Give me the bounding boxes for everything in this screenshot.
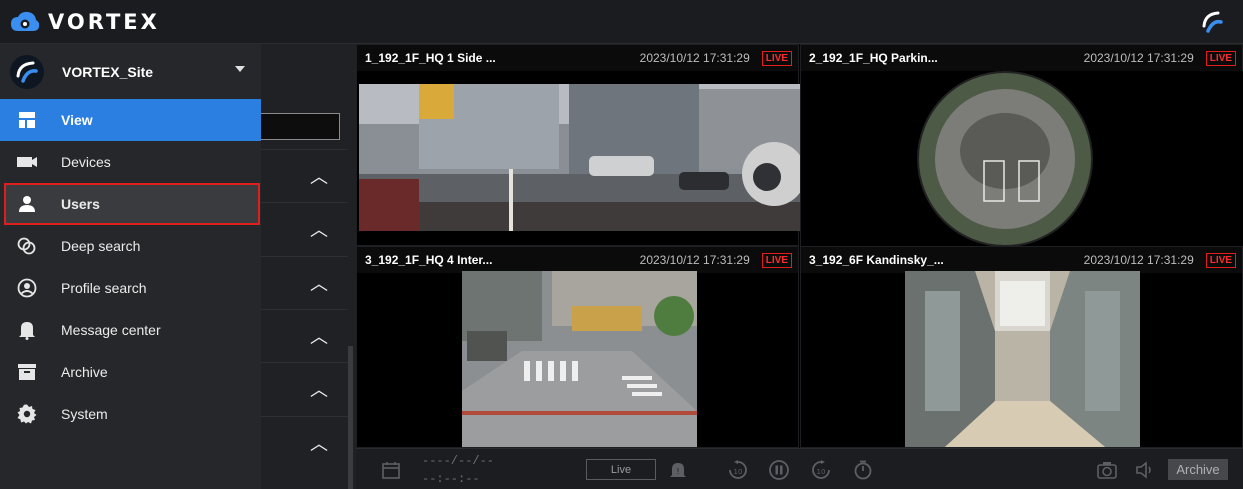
pause-icon[interactable] [768, 459, 790, 481]
collapse-row[interactable]: ︿ [261, 309, 348, 362]
video-cell-3[interactable]: 3_192_1F_HQ 4 Inter... 2023/10/12 17:31:… [356, 246, 799, 448]
collapse-row[interactable]: ︿ [261, 256, 348, 309]
sidebar-item-deep-search[interactable]: Deep search [0, 225, 261, 267]
camera-timestamp: 2023/10/12 17:31:29 [1083, 253, 1194, 267]
live-badge: LIVE [1205, 50, 1236, 66]
rewind-10-icon[interactable]: 10 [727, 459, 749, 481]
video-cell-1[interactable]: 1_192_1F_HQ 1 Side ... 2023/10/12 17:31:… [356, 44, 800, 246]
video-cell-header: 3_192_6F Kandinsky_... 2023/10/12 17:31:… [801, 247, 1242, 273]
live-badge: LIVE [761, 252, 792, 268]
forward-10-icon[interactable]: 10 [810, 459, 832, 481]
sidebar-item-label: Archive [61, 364, 108, 380]
camera-title: 2_192_1F_HQ Parkin... [809, 51, 938, 65]
gear-icon [16, 403, 38, 425]
site-selector[interactable]: VORTEX_Site [0, 44, 261, 99]
camera-title: 3_192_6F Kandinsky_... [809, 253, 944, 267]
camera-timestamp: 2023/10/12 17:31:29 [639, 51, 750, 65]
video-cell-header: 2_192_1F_HQ Parkin... 2023/10/12 17:31:2… [801, 45, 1242, 71]
chevron-up-icon[interactable]: ︿ [310, 270, 328, 296]
svg-text:10: 10 [817, 468, 826, 476]
site-logo-icon [10, 54, 44, 89]
sidebar-item-label: Devices [61, 154, 111, 170]
bell-icon [16, 319, 38, 341]
camera-feed-street-side [359, 84, 800, 231]
chevron-up-icon[interactable]: ︿ [310, 163, 328, 189]
archive-button[interactable]: Archive [1168, 459, 1228, 480]
background-search-field[interactable] [261, 113, 340, 140]
live-badge: LIVE [1205, 252, 1236, 268]
sidebar-item-devices[interactable]: Devices [0, 141, 261, 183]
chevron-up-icon[interactable]: ︿ [310, 376, 328, 402]
snapshot-camera-icon[interactable] [1096, 459, 1118, 481]
camera-feed-intersection [462, 271, 697, 447]
brand-logo: VORTEX [10, 10, 160, 34]
sidebar-menu: VORTEX_Site View Devices Users Deep sear… [0, 44, 261, 489]
sidebar-item-archive[interactable]: Archive [0, 351, 261, 393]
caret-down-icon[interactable] [235, 66, 245, 72]
sidebar-item-label: View [61, 112, 93, 128]
svg-text:!: ! [676, 467, 679, 476]
camera-icon [16, 151, 38, 173]
collapse-row[interactable]: ︿ [261, 362, 348, 415]
brand-name: VORTEX [48, 10, 160, 34]
deep-search-icon [16, 235, 38, 257]
svg-text:10: 10 [734, 468, 743, 476]
collapse-row[interactable]: ︿ [261, 416, 348, 469]
view-grid-icon [16, 109, 38, 131]
cloud-logo-icon [11, 11, 40, 31]
camera-timestamp: 2023/10/12 17:31:29 [1083, 51, 1194, 65]
date-display[interactable]: ----/--/-- [422, 454, 494, 468]
site-swirl-icon[interactable] [1199, 10, 1225, 36]
video-cell-header: 1_192_1F_HQ 1 Side ... 2023/10/12 17:31:… [357, 45, 798, 71]
calendar-icon[interactable] [380, 459, 402, 481]
chevron-up-icon[interactable]: ︿ [310, 430, 328, 456]
video-cell-2[interactable]: 2_192_1F_HQ Parkin... 2023/10/12 17:31:2… [800, 44, 1243, 247]
top-bar: VORTEX [0, 0, 1243, 44]
sidebar-item-label: Users [61, 196, 100, 212]
timer-icon[interactable] [852, 459, 874, 481]
sidebar-item-label: System [61, 406, 108, 422]
video-cell-4[interactable]: 3_192_6F Kandinsky_... 2023/10/12 17:31:… [800, 246, 1243, 448]
time-display[interactable]: --:--:-- [422, 472, 480, 486]
sidebar-item-label: Profile search [61, 280, 147, 296]
camera-title: 1_192_1F_HQ 1 Side ... [365, 51, 496, 65]
live-badge: LIVE [761, 50, 792, 66]
collapse-row[interactable]: ︿ [261, 149, 348, 202]
video-cell-header: 3_192_1F_HQ 4 Inter... 2023/10/12 17:31:… [357, 247, 798, 273]
archive-box-icon [16, 361, 38, 383]
camera-title: 3_192_1F_HQ 4 Inter... [365, 253, 493, 267]
sidebar-item-profile-search[interactable]: Profile search [0, 267, 261, 309]
profile-icon [16, 277, 38, 299]
camera-timestamp: 2023/10/12 17:31:29 [639, 253, 750, 267]
site-name: VORTEX_Site [62, 63, 154, 80]
sidebar-item-label: Message center [61, 322, 161, 338]
live-button[interactable]: Live [586, 459, 656, 480]
camera-feed-corridor [905, 271, 1140, 447]
sidebar-item-label: Deep search [61, 238, 141, 254]
sidebar-item-message-center[interactable]: Message center [0, 309, 261, 351]
sidebar-item-users[interactable]: Users [4, 183, 260, 225]
sidebar-item-view[interactable]: View [0, 99, 261, 141]
sidebar-item-system[interactable]: System [0, 393, 261, 435]
camera-feed-fisheye-parking [801, 71, 1243, 247]
playback-bar: ----/--/-- --:--:-- Live ! 10 10 Archive [356, 448, 1243, 489]
chevron-up-icon[interactable]: ︿ [310, 323, 328, 349]
user-icon [16, 193, 38, 215]
collapse-row[interactable]: ︿ [261, 202, 348, 255]
panel-scrollbar[interactable] [348, 346, 353, 489]
alarm-bell-icon[interactable]: ! [667, 459, 689, 481]
chevron-up-icon[interactable]: ︿ [310, 216, 328, 242]
speaker-icon[interactable] [1134, 459, 1156, 481]
video-grid: 1_192_1F_HQ 1 Side ... 2023/10/12 17:31:… [356, 44, 1243, 448]
